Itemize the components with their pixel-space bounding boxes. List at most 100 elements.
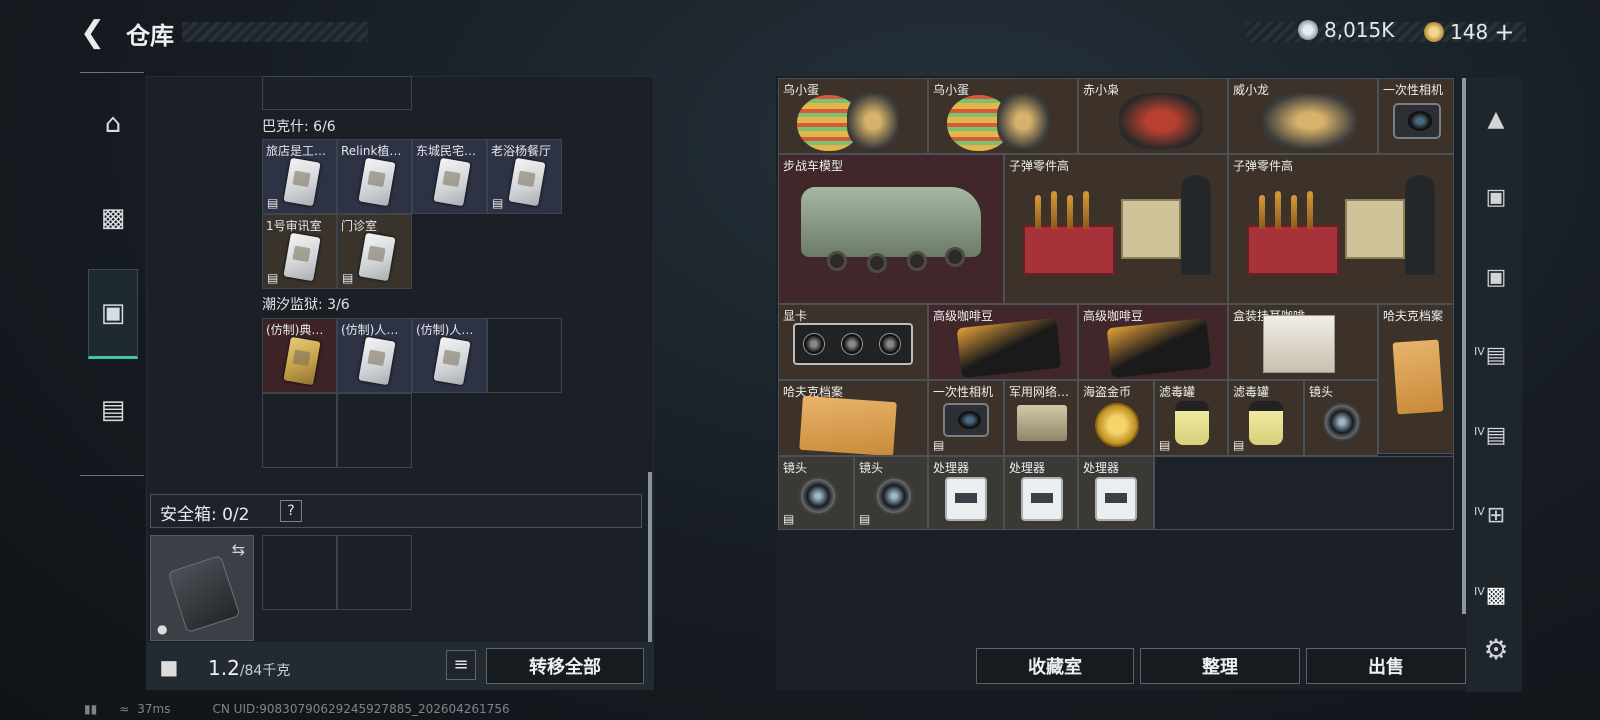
stash-item[interactable]: 处理器 (1078, 456, 1154, 530)
empty-stash-area[interactable] (1154, 456, 1454, 530)
item-name: 滤毒罐 (1233, 385, 1270, 399)
stash-item[interactable]: 镜头 ▤ (778, 456, 854, 530)
key-card-item[interactable]: Relink植… (337, 139, 412, 214)
item-name: 一次性相机 (1383, 83, 1444, 97)
stash-item[interactable]: 子弹零件高 (1228, 154, 1454, 304)
equipment-nav: ⌂ ▩ ▣ ▤ (80, 72, 144, 476)
stash-item[interactable]: 哈夫克档案 (1378, 304, 1454, 454)
case-tab[interactable]: IV ▤ (1474, 416, 1516, 456)
key-card-item[interactable]: (仿制)典… (262, 318, 337, 393)
item-name: 赤小枭 (1083, 83, 1120, 97)
case-tab-active[interactable]: IV ▩ (1474, 576, 1516, 616)
item-name: 步战车模型 (783, 159, 844, 173)
collection-room-button[interactable]: 收藏室 (976, 648, 1134, 684)
item-name: 门诊室 (341, 219, 378, 233)
bound-icon: ▤ (1233, 438, 1245, 452)
stash-item[interactable]: 步战车模型 (778, 154, 1004, 304)
bullet-icon (1051, 191, 1057, 229)
key-card-icon (283, 232, 321, 282)
lens-icon (875, 477, 913, 515)
camera-icon (943, 403, 989, 437)
storage-nav-scrollbar[interactable] (1462, 78, 1466, 614)
key-card-item[interactable]: 门诊室 ▤ (337, 214, 412, 289)
bound-icon: ▤ (783, 512, 795, 526)
nav-backpack[interactable]: ▣ (88, 269, 138, 359)
case-tab[interactable]: IV ⊞ (1474, 496, 1516, 536)
stash-item[interactable]: 军用网络… (1004, 380, 1078, 456)
ammo-crate-icon (1023, 225, 1115, 275)
help-button[interactable]: ? (280, 500, 302, 522)
item-name: 海盗金币 (1083, 385, 1132, 399)
key-card-item[interactable]: 1号审讯室 ▤ (262, 214, 337, 289)
case-a-icon: ▣ (1485, 185, 1507, 210)
list-view-button[interactable]: ≡ (446, 650, 476, 680)
key-card-item[interactable]: 东城民宅… (412, 139, 487, 214)
coupon-display[interactable]: 148 + (1424, 18, 1514, 46)
stash-item[interactable]: 处理器 (928, 456, 1004, 530)
empty-slot[interactable] (337, 393, 412, 468)
stash-item[interactable]: 镜头 ▤ (854, 456, 928, 530)
gun-icon: ⌂ (104, 109, 122, 139)
stash-item[interactable]: 显卡 (778, 304, 928, 380)
stash-item[interactable]: 镜头 (1304, 380, 1378, 456)
page-title: 仓库 (126, 22, 174, 50)
stash-item[interactable]: 一次性相机 ▤ (928, 380, 1004, 456)
status-bar: ▮▮ ≈ 37ms CN UID:9083079062924592788​5_2… (84, 702, 510, 716)
item-name: 子弹零件高 (1233, 159, 1294, 173)
nav-toolbox[interactable]: ▤ (88, 365, 138, 455)
empty-slot[interactable] (262, 393, 337, 468)
stash-item[interactable]: 一次性相机 (1378, 78, 1454, 154)
stash-item[interactable]: 处理器 (1004, 456, 1078, 530)
tank-wheel-icon (827, 251, 847, 271)
key-card-icon (358, 157, 396, 207)
money-value: 8,015K (1324, 18, 1395, 42)
transfer-all-button[interactable]: 转移全部 (486, 648, 644, 684)
swap-icon[interactable]: ⇆ (232, 540, 245, 559)
safe-slot[interactable] (262, 535, 337, 610)
stash-item[interactable]: 滤毒罐 ▤ (1154, 380, 1228, 456)
bound-icon: ▤ (933, 438, 945, 452)
stash-item[interactable]: 高级咖啡豆 (1078, 304, 1228, 380)
sell-button[interactable]: 出售 (1306, 648, 1466, 684)
stash-item[interactable]: 赤小枭 (1078, 78, 1228, 154)
key-card-item[interactable]: (仿制)人… (337, 318, 412, 393)
bullet-icon (1275, 191, 1281, 229)
storage-tab[interactable]: ▲ (1476, 100, 1516, 140)
stash-item[interactable]: 盒装挂耳咖啡 (1228, 304, 1378, 380)
container-cell[interactable] (262, 76, 412, 110)
key-card-icon (508, 157, 546, 207)
stash-item[interactable]: 滤毒罐 ▤ (1228, 380, 1304, 456)
lens-icon (1323, 403, 1361, 441)
stash-item[interactable]: 哈夫克档案 (778, 380, 928, 456)
tank-wheel-icon (867, 253, 887, 273)
tank-wheel-icon (907, 251, 927, 271)
nav-armor[interactable]: ▩ (88, 173, 138, 263)
case-level: IV (1474, 345, 1485, 358)
stash-item[interactable]: 子弹零件高 (1004, 154, 1228, 304)
key-card-item[interactable]: 旅店是工… ▤ (262, 139, 337, 214)
bound-icon: ▤ (267, 196, 279, 210)
stash-item[interactable]: 乌小蛋 (778, 78, 928, 154)
sort-button[interactable]: 整理 (1140, 648, 1300, 684)
add-coupon-icon[interactable]: + (1494, 18, 1514, 46)
case-tab[interactable]: IV ▤ (1474, 336, 1516, 376)
bullet-icon (1067, 195, 1073, 229)
bullet-icon (1083, 191, 1089, 229)
key-card-item[interactable]: 老浴杨餐厅 ▤ (487, 139, 562, 214)
case-tab[interactable]: ▣ (1476, 258, 1516, 298)
key-card-item[interactable]: (仿制)人… (412, 318, 487, 393)
fan-icon (879, 333, 901, 355)
bound-icon: ▤ (342, 271, 354, 285)
empty-slot[interactable] (487, 318, 562, 393)
scrollbar[interactable] (648, 472, 652, 642)
stash-item[interactable]: 海盗金币 (1078, 380, 1154, 456)
safe-slot[interactable] (337, 535, 412, 610)
settings-button[interactable]: ⚙ (1476, 630, 1516, 670)
back-button[interactable]: ❮ (80, 18, 110, 48)
stash-item[interactable]: 乌小蛋 (928, 78, 1078, 154)
nav-weapon[interactable]: ⌂ (88, 79, 138, 169)
parts-box-icon (1121, 199, 1181, 259)
case-tab[interactable]: ▣ (1476, 178, 1516, 218)
stash-item[interactable]: 威小龙 (1228, 78, 1378, 154)
stash-item[interactable]: 高级咖啡豆 (928, 304, 1078, 380)
